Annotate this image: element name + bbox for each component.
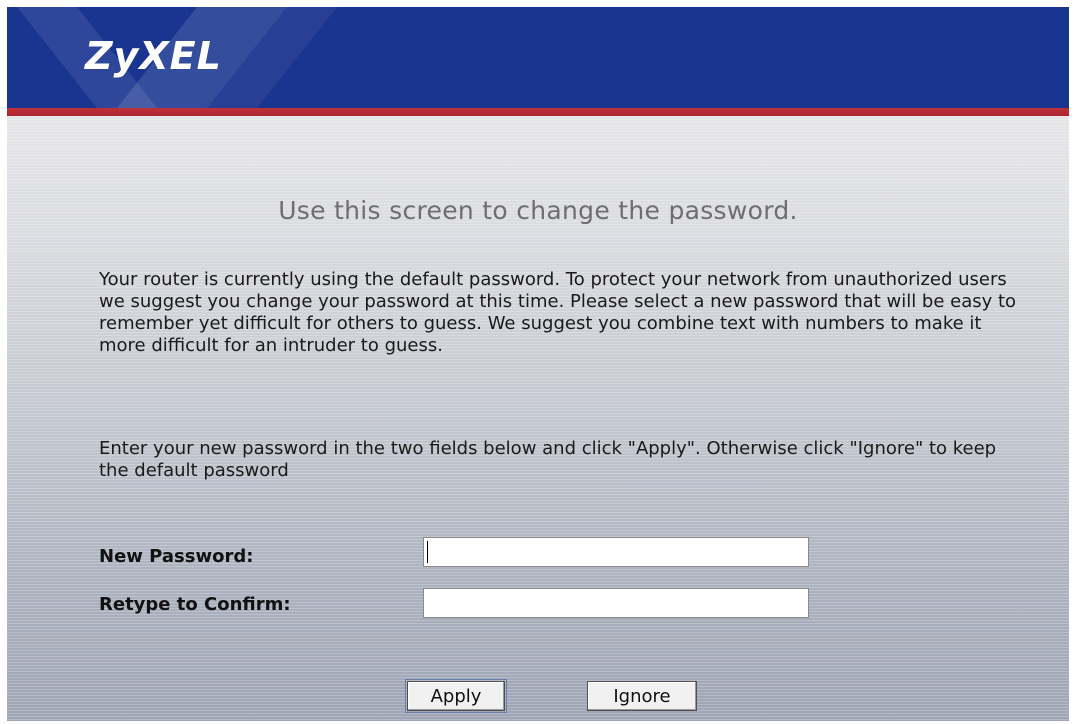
new-password-input[interactable] bbox=[423, 537, 809, 567]
text-cursor bbox=[427, 541, 428, 563]
router-setup-page: ZyXEL Use this screen to change the pass… bbox=[7, 7, 1069, 721]
header-accent-stripe bbox=[7, 108, 1069, 116]
page-title: Use this screen to change the password. bbox=[278, 196, 798, 225]
ignore-button[interactable]: Ignore bbox=[587, 681, 697, 711]
zyxel-logo: ZyXEL bbox=[85, 34, 222, 78]
content-panel: Use this screen to change the password. … bbox=[7, 116, 1069, 721]
apply-button[interactable]: Apply bbox=[405, 679, 507, 713]
confirm-password-input[interactable] bbox=[423, 588, 809, 618]
new-password-label: New Password: bbox=[99, 546, 254, 567]
confirm-password-label: Retype to Confirm: bbox=[99, 594, 291, 615]
intro-paragraph: Your router is currently using the defau… bbox=[99, 269, 1017, 356]
header-banner: ZyXEL bbox=[7, 7, 1069, 108]
instruction-paragraph: Enter your new password in the two field… bbox=[99, 438, 997, 481]
